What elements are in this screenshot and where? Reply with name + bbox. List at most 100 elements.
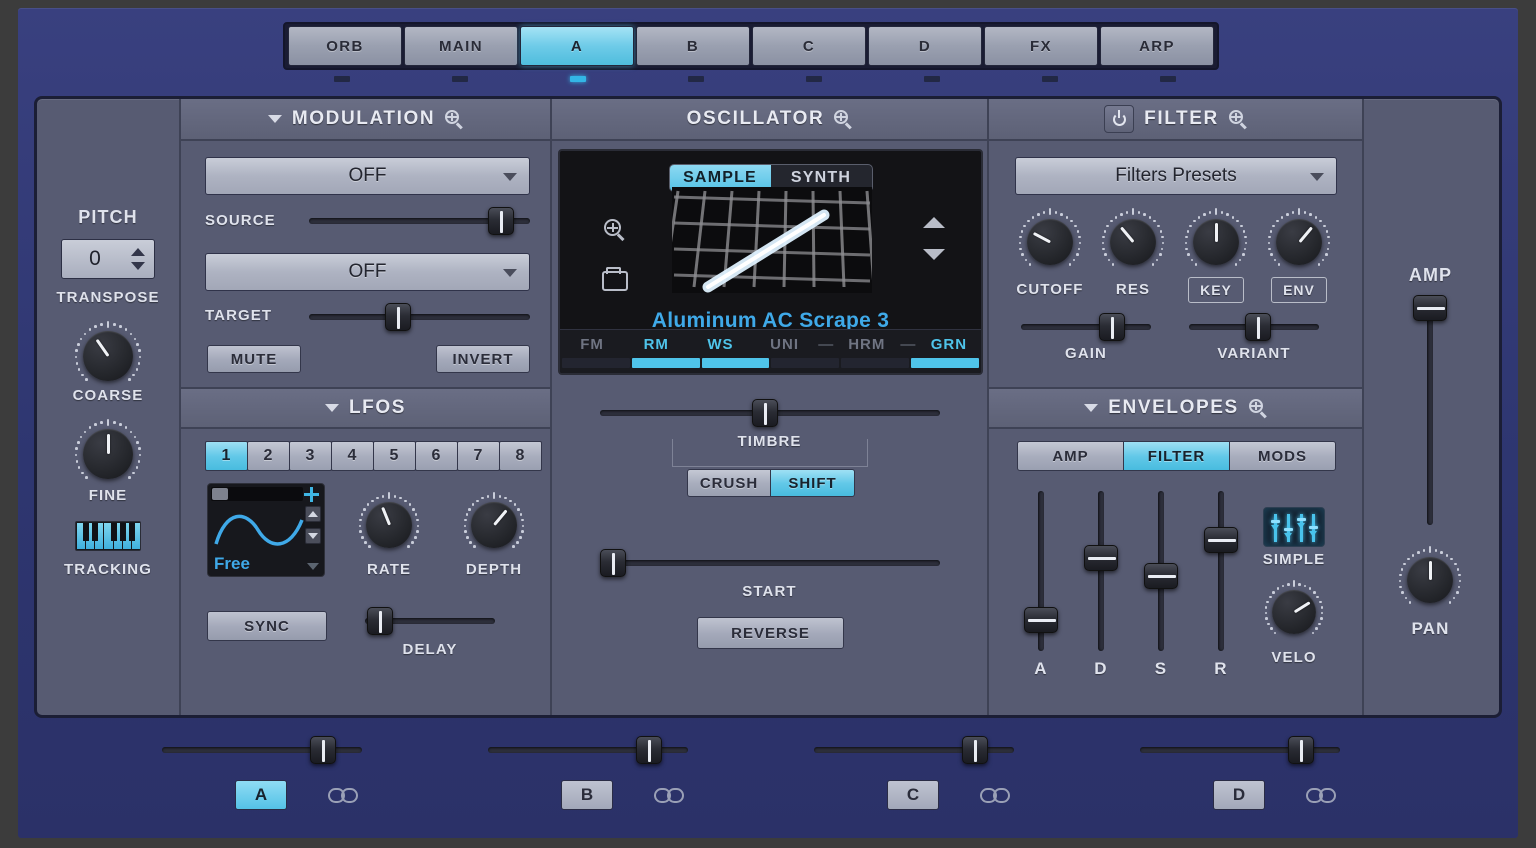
depth-knob[interactable] bbox=[462, 493, 526, 557]
key-knob[interactable] bbox=[1183, 209, 1249, 275]
transpose-stepper[interactable]: 0 bbox=[61, 239, 155, 279]
lfo-slot-7[interactable]: 7 bbox=[457, 441, 500, 471]
velo-knob[interactable] bbox=[1263, 581, 1325, 643]
lfo-slot-6[interactable]: 6 bbox=[415, 441, 458, 471]
tab-orb[interactable]: ORB bbox=[288, 26, 402, 66]
delay-slider[interactable] bbox=[365, 607, 495, 635]
transpose-up-icon[interactable] bbox=[131, 248, 145, 256]
lfo-slot-2[interactable]: 2 bbox=[247, 441, 290, 471]
mixer-select-a[interactable]: A bbox=[235, 780, 287, 810]
res-knob[interactable] bbox=[1100, 209, 1166, 275]
lfo-down-icon[interactable] bbox=[305, 528, 321, 544]
mixer-level-slider-b[interactable] bbox=[488, 736, 688, 764]
mixer-level-slider-d[interactable] bbox=[1140, 736, 1340, 764]
sustain-slider[interactable] bbox=[1147, 491, 1175, 651]
tab-b[interactable]: B bbox=[636, 26, 750, 66]
cutoff-knob[interactable] bbox=[1017, 209, 1083, 275]
link-icon[interactable] bbox=[980, 788, 1014, 803]
magnifier-plus-icon[interactable] bbox=[1229, 110, 1247, 128]
rate-knob[interactable] bbox=[357, 493, 421, 557]
transpose-down-icon[interactable] bbox=[131, 262, 145, 270]
folder-icon[interactable] bbox=[602, 271, 628, 291]
lfo-slot-1[interactable]: 1 bbox=[205, 441, 248, 471]
sample-prev-icon[interactable] bbox=[923, 217, 945, 228]
link-icon[interactable] bbox=[328, 788, 362, 803]
gain-slider[interactable] bbox=[1021, 313, 1151, 341]
mixer-select-c[interactable]: C bbox=[887, 780, 939, 810]
tab-fx[interactable]: FX bbox=[984, 26, 1098, 66]
osc-mode-grn[interactable]: GRN bbox=[917, 336, 981, 353]
envelope-tab-filter[interactable]: FILTER bbox=[1123, 441, 1230, 471]
tab-a[interactable]: A bbox=[520, 26, 634, 66]
variant-slider[interactable] bbox=[1189, 313, 1319, 341]
timbre-slider[interactable] bbox=[600, 399, 940, 427]
lfo-mode-caret-icon[interactable] bbox=[307, 563, 319, 570]
coarse-knob[interactable] bbox=[73, 321, 143, 391]
sample-next-icon[interactable] bbox=[923, 249, 945, 260]
magnifier-plus-icon[interactable] bbox=[1249, 399, 1267, 417]
slider-handle[interactable] bbox=[1288, 736, 1314, 764]
tab-d[interactable]: D bbox=[868, 26, 982, 66]
attack-slider[interactable] bbox=[1027, 491, 1055, 651]
invert-button[interactable]: INVERT bbox=[436, 345, 530, 373]
simple-mode-button[interactable] bbox=[1263, 507, 1325, 547]
mixer-level-slider-a[interactable] bbox=[162, 736, 362, 764]
source-slider[interactable] bbox=[309, 207, 530, 235]
lfo-slot-5[interactable]: 5 bbox=[373, 441, 416, 471]
osc-mode-rm[interactable]: RM bbox=[624, 336, 688, 353]
envelope-tab-mods[interactable]: MODS bbox=[1229, 441, 1336, 471]
pan-knob[interactable] bbox=[1397, 547, 1463, 613]
link-icon[interactable] bbox=[654, 788, 688, 803]
magnifier-plus-icon[interactable] bbox=[834, 110, 852, 128]
mute-button[interactable]: MUTE bbox=[207, 345, 301, 373]
filter-presets-dropdown[interactable]: Filters Presets bbox=[1015, 157, 1337, 195]
slider-handle[interactable] bbox=[636, 736, 662, 764]
shift-button[interactable]: SHIFT bbox=[771, 469, 855, 497]
osc-mode-bar[interactable] bbox=[632, 358, 700, 368]
env-label[interactable]: ENV bbox=[1271, 277, 1327, 303]
tab-main[interactable]: MAIN bbox=[404, 26, 518, 66]
mixer-level-slider-c[interactable] bbox=[814, 736, 1014, 764]
osc-mode-uni[interactable]: UNI bbox=[753, 336, 817, 353]
tracking-keyboard-icon[interactable] bbox=[75, 521, 141, 551]
osc-mode-ws[interactable]: WS bbox=[688, 336, 752, 353]
osc-mode-bar[interactable] bbox=[562, 358, 630, 368]
lfo-up-icon[interactable] bbox=[305, 506, 321, 522]
osc-mode-bar[interactable] bbox=[702, 358, 770, 368]
chevron-down-icon[interactable] bbox=[268, 115, 282, 123]
start-slider[interactable] bbox=[600, 549, 940, 577]
slider-handle[interactable] bbox=[962, 736, 988, 764]
plus-icon[interactable] bbox=[304, 487, 319, 502]
osc-mode-hrm[interactable]: HRM bbox=[835, 336, 899, 353]
decay-slider[interactable] bbox=[1087, 491, 1115, 651]
magnifier-plus-icon[interactable] bbox=[445, 110, 463, 128]
lfo-slot-8[interactable]: 8 bbox=[499, 441, 542, 471]
lfo-slot-3[interactable]: 3 bbox=[289, 441, 332, 471]
osc-mode-fm[interactable]: FM bbox=[560, 336, 624, 353]
lfo-waveform-display[interactable]: Free bbox=[207, 483, 325, 577]
key-label[interactable]: KEY bbox=[1188, 277, 1244, 303]
lfo-name-field[interactable] bbox=[211, 487, 303, 501]
env-knob[interactable] bbox=[1266, 209, 1332, 275]
link-icon[interactable] bbox=[1306, 788, 1340, 803]
sync-button[interactable]: SYNC bbox=[207, 611, 327, 641]
mod-target-dropdown[interactable]: OFF bbox=[205, 253, 530, 291]
tab-c[interactable]: C bbox=[752, 26, 866, 66]
zoom-sample-icon[interactable] bbox=[604, 219, 626, 241]
crush-button[interactable]: CRUSH bbox=[687, 469, 771, 497]
envelope-tab-amp[interactable]: AMP bbox=[1017, 441, 1124, 471]
osc-mode-bar[interactable] bbox=[911, 358, 979, 368]
lfo-slot-4[interactable]: 4 bbox=[331, 441, 374, 471]
chevron-down-icon[interactable] bbox=[325, 404, 339, 412]
slider-handle[interactable] bbox=[310, 736, 336, 764]
chevron-down-icon[interactable] bbox=[1084, 404, 1098, 412]
fine-knob[interactable] bbox=[73, 419, 143, 489]
osc-mode-bar[interactable] bbox=[771, 358, 839, 368]
amp-slider[interactable] bbox=[1416, 295, 1444, 525]
tab-arp[interactable]: ARP bbox=[1100, 26, 1214, 66]
mixer-select-b[interactable]: B bbox=[561, 780, 613, 810]
mod-source-dropdown[interactable]: OFF bbox=[205, 157, 530, 195]
filter-power-button[interactable] bbox=[1104, 105, 1134, 133]
osc-mode-bar[interactable] bbox=[841, 358, 909, 368]
release-slider[interactable] bbox=[1207, 491, 1235, 651]
